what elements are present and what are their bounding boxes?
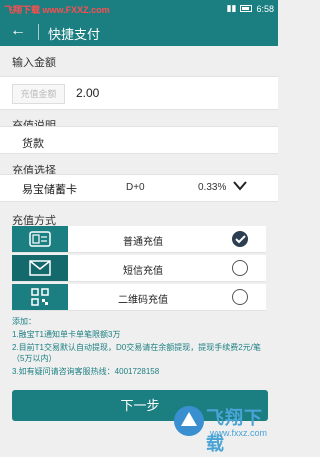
amount-field-label: 充值金额 (12, 84, 65, 104)
note-item: 1.融宝T1通知单卡单笔限额3万 (12, 330, 121, 339)
page-title: 快捷支付 (48, 27, 101, 42)
method-sms[interactable]: 短信充值 (12, 255, 266, 282)
method-normal-label: 普通充值 (123, 237, 163, 248)
selection-mode: D+0 (126, 182, 145, 193)
watermark-small-text: www.fxxz.com (210, 428, 268, 438)
card-icon (12, 226, 68, 252)
description-input[interactable]: 货款 (22, 135, 44, 151)
qr-code-icon (12, 284, 68, 310)
method-sms-radio[interactable] (232, 260, 248, 276)
battery-icon (240, 5, 253, 12)
selection-rate: 0.33% (198, 182, 227, 193)
envelope-icon (12, 255, 68, 281)
chevron-down-icon[interactable] (232, 179, 248, 198)
app-bar: ← 快捷支付 (0, 18, 278, 46)
signal-icon: ▮▮ (226, 3, 237, 13)
method-sms-label: 短信充值 (123, 266, 163, 277)
status-time: 6:58 (256, 3, 274, 14)
notes-heading: 添加： (12, 317, 36, 326)
note-item: 3.如有疑问请咨询客服热线：4001728158 (12, 367, 160, 376)
back-arrow-icon[interactable]: ← (10, 21, 26, 41)
status-icons: ▮▮ 6:58 (227, 3, 274, 14)
watermark-text: 飞翔下载 www.FXXZ.com (4, 5, 110, 15)
selection-card: 易宝储蓄卡 (22, 184, 77, 196)
method-qr[interactable]: 二维码充值 (12, 284, 266, 311)
method-normal-radio[interactable] (232, 231, 248, 247)
method-normal[interactable]: 普通充值 (12, 226, 266, 253)
method-qr-label: 二维码充值 (118, 295, 168, 306)
header-divider (38, 24, 39, 40)
amount-input[interactable]: 2.00 (76, 86, 99, 100)
note-item: 2.目前T1交易默认自动提现，D0交易请在余额提现，提现手续费2元/笔（5万以内… (12, 343, 261, 363)
selection-dropdown[interactable]: 易宝储蓄卡 D+0 0.33% (0, 174, 278, 202)
notes-block: 添加： 1.融宝T1通知单卡单笔限额3万 2.目前T1交易默认自动提现，D0交易… (12, 316, 268, 379)
amount-panel: 充值金额 2.00 (0, 76, 278, 110)
method-qr-radio[interactable] (232, 289, 248, 305)
description-panel: 货款 (0, 126, 278, 154)
watermark-logo: 飞翔下载 www.fxxz.com (172, 398, 268, 454)
status-bar: 飞翔下载 www.FXXZ.com ▮▮ 6:58 (0, 0, 278, 18)
amount-label: 输入金额 (12, 57, 56, 69)
